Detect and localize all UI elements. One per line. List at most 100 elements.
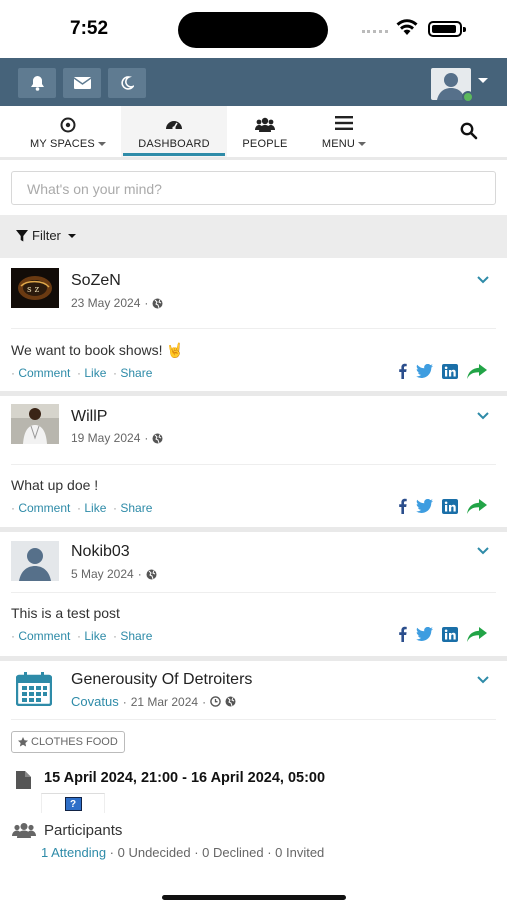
nav-dashboard[interactable]: DASHBOARD (121, 106, 227, 158)
whats-on-your-mind-input[interactable]: What's on your mind? (11, 171, 496, 205)
social-share-bar (398, 626, 487, 642)
post-text: What up doe ! (11, 477, 99, 493)
nav-label: PEOPLE (242, 138, 288, 150)
chevron-down-icon[interactable] (477, 547, 489, 555)
facebook-icon[interactable] (398, 363, 407, 379)
moon-icon (121, 76, 134, 90)
online-status-dot (462, 91, 474, 103)
search-icon[interactable] (460, 122, 478, 140)
twitter-icon[interactable] (416, 499, 433, 513)
like-link[interactable]: Like (84, 501, 106, 515)
facebook-icon[interactable] (398, 498, 407, 514)
globe-icon (152, 298, 163, 308)
linkedin-icon[interactable] (442, 498, 458, 514)
event-title[interactable]: Generousity Of Detroiters (71, 671, 252, 689)
filter-label: Filter (32, 228, 61, 243)
wifi-icon (396, 19, 418, 35)
tag-label: CLOTHES FOOD (31, 736, 118, 748)
svg-text:s z: s z (27, 285, 39, 295)
document-icon (16, 771, 31, 789)
post-author[interactable]: WillP (71, 408, 107, 426)
rock-hand-emoji: 🤘 (166, 342, 184, 358)
app-root: { "status_bar": {"time": "7:52"}, "nav":… (0, 0, 507, 900)
post-avatar[interactable] (11, 404, 59, 444)
attending-link[interactable]: 1 Attending (41, 845, 106, 860)
nav-my-spaces[interactable]: MY SPACES (22, 106, 114, 158)
share-arrow-icon[interactable] (467, 363, 487, 379)
chevron-down-icon[interactable] (477, 276, 489, 284)
dark-mode-button[interactable] (108, 68, 146, 98)
comment-link[interactable]: Comment (18, 501, 70, 515)
nav-label: DASHBOARD (138, 138, 210, 150)
topic-tag[interactable]: CLOTHES FOOD (11, 731, 125, 753)
post-actions: · Comment · Like · Share (11, 629, 153, 643)
post-avatar[interactable] (11, 541, 59, 581)
chevron-down-icon[interactable] (477, 676, 489, 684)
post-text: This is a test post (11, 605, 120, 621)
globe-icon (152, 433, 163, 443)
post-date[interactable]: 5 May 2024 (71, 567, 134, 581)
share-arrow-icon[interactable] (467, 626, 487, 642)
linkedin-icon[interactable] (442, 363, 458, 379)
post-actions: · Comment · Like · Share (11, 501, 153, 515)
twitter-icon[interactable] (416, 364, 433, 378)
like-link[interactable]: Like (84, 629, 106, 643)
filter-bar (0, 215, 507, 258)
main-nav: MY SPACES DASHBOARD PEOPLE MENU (0, 106, 507, 158)
post-date[interactable]: 23 May 2024 (71, 296, 140, 310)
broken-image-icon: ? (64, 797, 82, 811)
post-meta: 23 May 2024 · (71, 296, 163, 310)
linkedin-icon[interactable] (442, 626, 458, 642)
dropdown-caret-icon (97, 142, 106, 147)
globe-icon (225, 696, 236, 707)
post-divider (11, 592, 496, 593)
star-icon (18, 737, 28, 747)
willp-photo-image (11, 404, 59, 444)
globe-icon (146, 569, 157, 579)
comment-link[interactable]: Comment (18, 366, 70, 380)
hamburger-icon (335, 116, 353, 130)
user-menu-caret-icon[interactable] (478, 78, 488, 83)
calendar-icon[interactable] (16, 672, 52, 706)
facebook-icon[interactable] (398, 626, 407, 642)
nav-shadow (0, 157, 507, 160)
home-indicator[interactable] (162, 895, 346, 900)
post-meta: 19 May 2024 · (71, 431, 163, 445)
group-icon (255, 117, 275, 132)
like-link[interactable]: Like (84, 366, 106, 380)
bell-icon (30, 76, 44, 91)
chevron-down-icon[interactable] (477, 412, 489, 420)
participants-label: Participants (44, 822, 123, 839)
twitter-icon[interactable] (416, 627, 433, 641)
share-link[interactable]: Share (120, 501, 152, 515)
share-link[interactable]: Share (120, 366, 152, 380)
messages-button[interactable] (63, 68, 101, 98)
post-date[interactable]: 19 May 2024 (71, 431, 140, 445)
filter-button[interactable]: Filter (16, 228, 76, 243)
battery-icon (428, 21, 466, 37)
post-avatar[interactable]: s z (11, 268, 59, 308)
event-meta: Covatus · 21 Mar 2024 · (71, 694, 236, 709)
event-space-link[interactable]: Covatus (71, 694, 119, 709)
status-bar: 7:52 (0, 0, 507, 58)
post-meta: 5 May 2024 · (71, 567, 157, 581)
notifications-button[interactable] (18, 68, 56, 98)
post-author[interactable]: SoZeN (71, 272, 121, 290)
event-schedule: 15 April 2024, 21:00 - 16 April 2024, 05… (44, 770, 326, 786)
nav-people[interactable]: PEOPLE (235, 106, 295, 158)
post-author[interactable]: Nokib03 (71, 543, 130, 561)
filter-caret-icon (67, 233, 76, 238)
comment-link[interactable]: Comment (18, 629, 70, 643)
nav-menu[interactable]: MENU (311, 106, 377, 158)
share-arrow-icon[interactable] (467, 498, 487, 514)
share-link[interactable]: Share (120, 629, 152, 643)
nav-label: MY SPACES (30, 138, 95, 150)
dropdown-caret-icon (358, 142, 367, 147)
nav-label: MENU (321, 138, 356, 150)
post-message: We want to book shows! 🤘 (11, 342, 184, 359)
post-divider (11, 464, 496, 465)
participants-counts: · 0 Undecided · 0 Declined · 0 Invited (106, 845, 325, 860)
event-date[interactable]: 21 Mar 2024 (131, 695, 198, 709)
social-share-bar (398, 363, 487, 379)
event-image-placeholder: ? (41, 793, 105, 813)
